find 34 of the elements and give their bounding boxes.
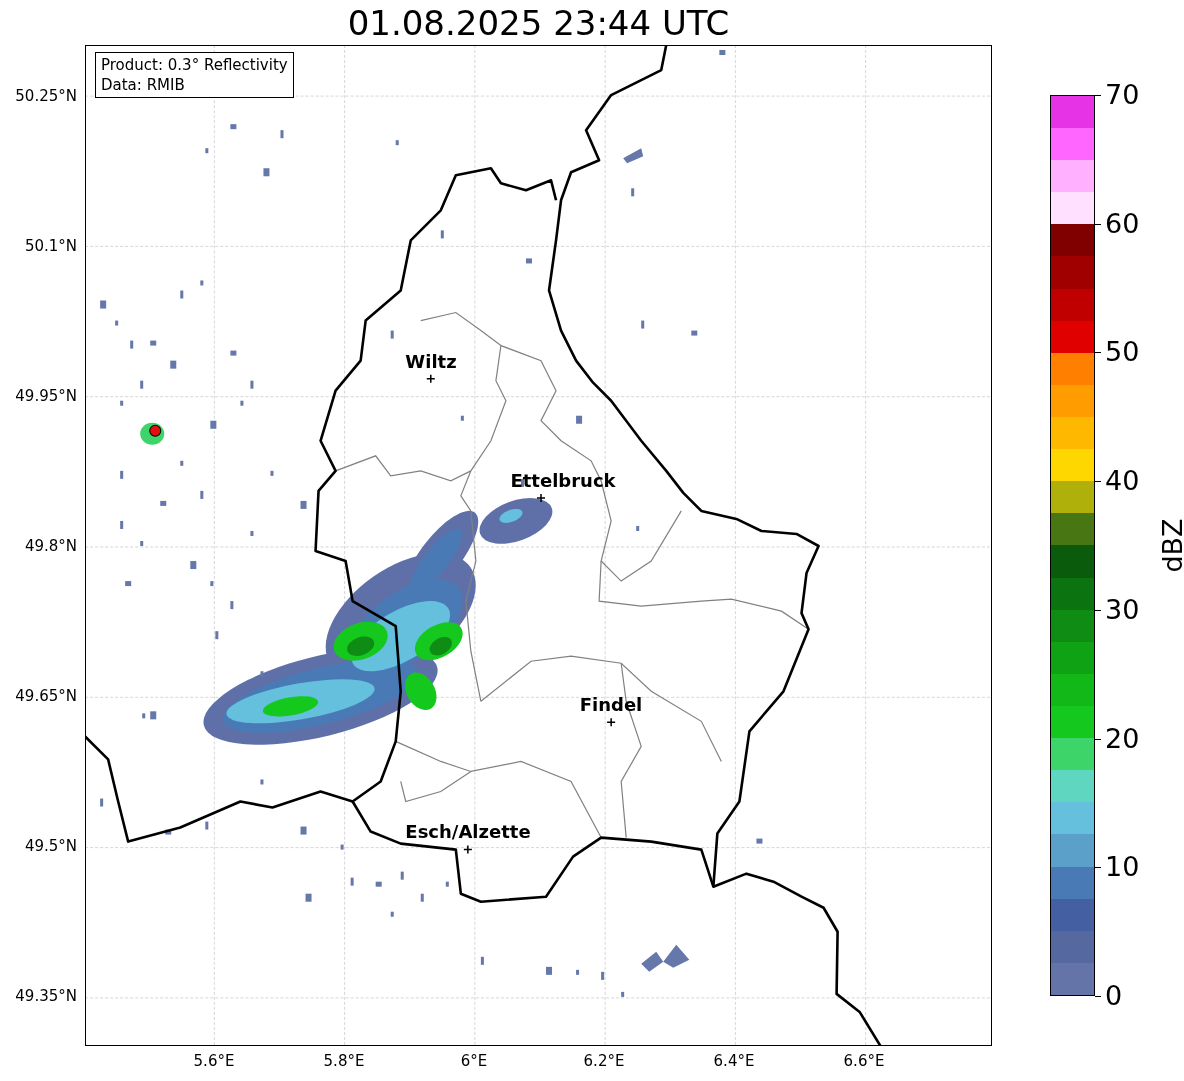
city-label: Wiltz <box>405 351 457 372</box>
latitude-label: 49.35°N <box>15 987 77 1005</box>
longitude-label: 6.4°E <box>713 1052 755 1070</box>
chart-title: 01.08.2025 23:44 UTC <box>346 1 731 45</box>
radar-site-icon <box>149 424 162 437</box>
info-text: Data: RMIB <box>101 75 186 95</box>
longitude-label: 6.2°E <box>583 1052 625 1070</box>
city-marker-icon <box>536 493 546 503</box>
city-marker-icon <box>463 844 473 855</box>
longitude-label: 5.8°E <box>323 1052 365 1070</box>
longitude-label: 5.6°E <box>193 1052 235 1070</box>
city-label: Findel <box>579 694 643 715</box>
colorbar-tick-label: 60 <box>1105 208 1140 239</box>
latitude-label: 50.1°N <box>24 237 77 255</box>
city-marker-icon <box>606 717 616 728</box>
city-marker-icon <box>426 373 436 384</box>
city-label: Ettelbruck <box>510 470 616 491</box>
latitude-label: 49.95°N <box>15 387 77 405</box>
colorbar-tick-label: 10 <box>1105 852 1140 883</box>
colorbar-tick-label: 70 <box>1105 80 1140 110</box>
latitude-label: 50.25°N <box>15 87 77 105</box>
colorbar-tick-label: 40 <box>1105 466 1140 497</box>
latitude-label: 49.8°N <box>24 537 77 555</box>
colorbar-tick-label: 20 <box>1105 723 1140 754</box>
info-text: Product: 0.3° Reflectivity <box>101 55 288 75</box>
longitude-label: 6.6°E <box>843 1052 885 1070</box>
colorbar-tick-label: 30 <box>1105 594 1140 625</box>
colorbar-tick-label: 50 <box>1105 337 1140 368</box>
city-label: Esch/Alzette <box>405 821 531 842</box>
colorbar-label: dBZ <box>1156 518 1184 573</box>
longitude-label: 6°E <box>460 1052 488 1070</box>
latitude-label: 49.65°N <box>15 687 77 705</box>
latitude-label: 49.5°N <box>24 837 77 855</box>
colorbar-tick-label: 0 <box>1105 981 1123 1011</box>
